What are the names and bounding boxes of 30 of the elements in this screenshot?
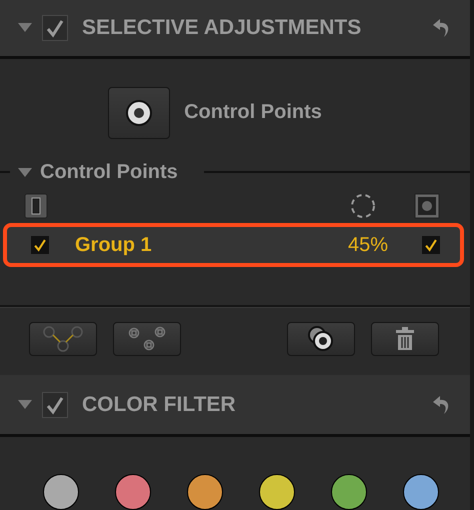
trash-icon xyxy=(395,327,415,352)
color-swatch[interactable] xyxy=(403,474,439,510)
section-title: COLOR FILTER xyxy=(82,392,237,417)
mask-checkbox[interactable] xyxy=(422,236,440,254)
section-title: SELECTIVE ADJUSTMENTS xyxy=(82,16,362,40)
link-points-button[interactable] xyxy=(29,322,97,356)
group-row[interactable]: Group 1 45% xyxy=(3,223,464,267)
visibility-checkbox[interactable] xyxy=(31,236,49,254)
color-swatch[interactable] xyxy=(43,474,79,510)
dashed-circle-icon[interactable] xyxy=(350,192,376,219)
toggle-icon[interactable] xyxy=(24,192,48,219)
collapse-triangle-icon[interactable] xyxy=(18,168,32,177)
duplicate-point-button[interactable] xyxy=(287,322,355,356)
collapse-triangle-icon[interactable] xyxy=(18,23,32,32)
color-swatch[interactable] xyxy=(115,474,151,510)
mask-icon[interactable] xyxy=(414,192,440,219)
delete-button[interactable] xyxy=(371,322,439,356)
group-points-button[interactable] xyxy=(113,322,181,356)
section-checkbox[interactable] xyxy=(42,14,68,41)
group-opacity: 45% xyxy=(348,234,388,257)
group-name: Group 1 xyxy=(75,234,153,257)
control-point-button[interactable] xyxy=(108,86,170,139)
color-swatch[interactable] xyxy=(331,474,367,510)
collapse-triangle-icon[interactable] xyxy=(18,400,32,410)
ring-icon xyxy=(125,98,154,127)
color-swatch[interactable] xyxy=(187,474,223,510)
subsection-title: Control Points xyxy=(40,160,178,184)
control-points-label: Control Points xyxy=(184,101,322,124)
section-checkbox[interactable] xyxy=(42,392,68,418)
color-swatch[interactable] xyxy=(259,474,295,510)
